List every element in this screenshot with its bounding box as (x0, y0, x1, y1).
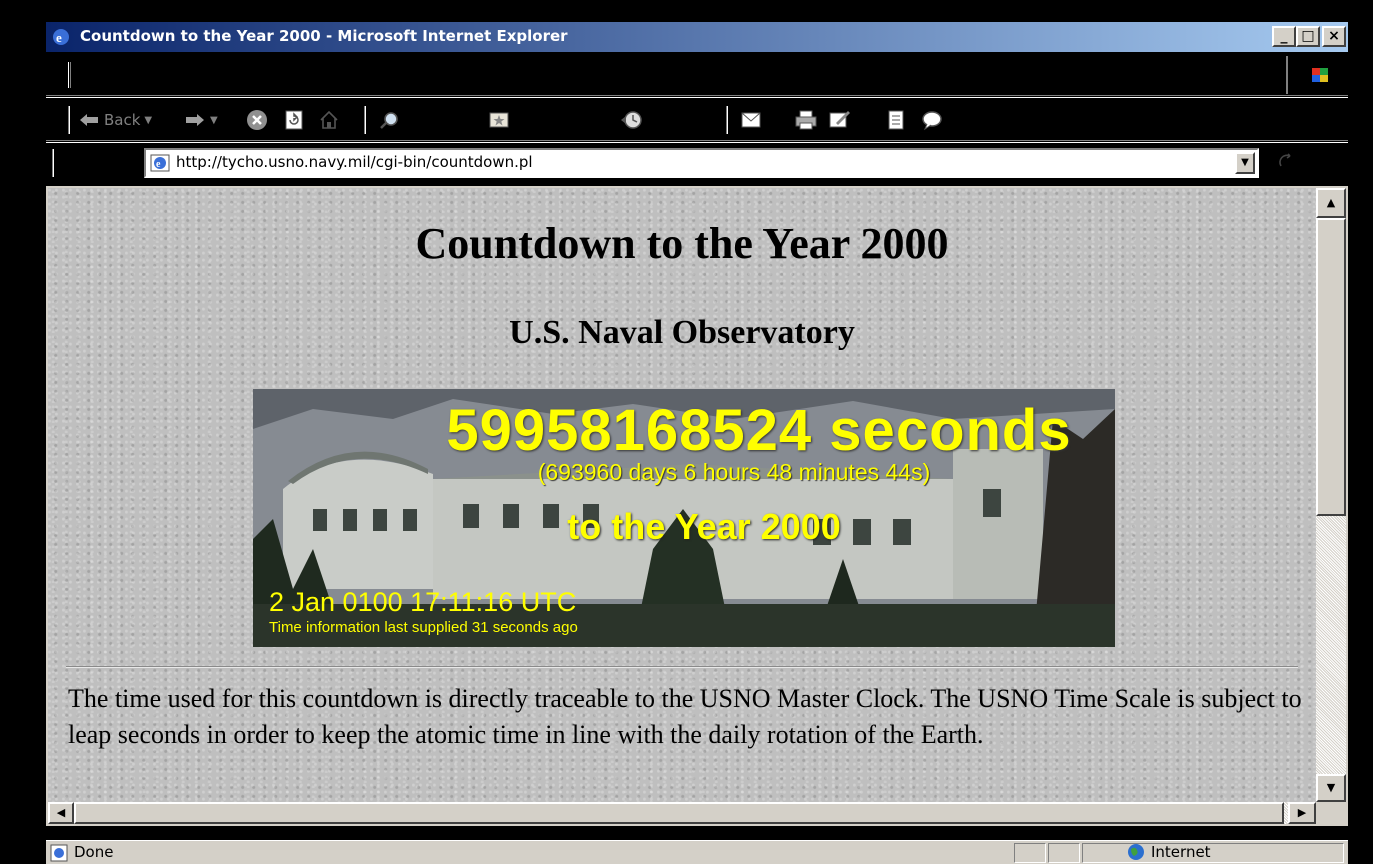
vertical-scroll-thumb[interactable] (1316, 218, 1346, 516)
mail-button[interactable]: ▼ (740, 108, 778, 132)
address-field[interactable]: e ▼ (144, 148, 1259, 178)
svg-text:e: e (156, 159, 161, 170)
status-text: Done (74, 843, 114, 861)
history-icon (621, 111, 642, 129)
history-button[interactable]: History (620, 108, 701, 132)
menu-view[interactable]: View (191, 64, 227, 82)
refresh-button[interactable] (284, 108, 304, 132)
back-label: Back (104, 111, 141, 129)
zone-label: Internet (1151, 843, 1211, 861)
maximize-button[interactable]: □ (1296, 26, 1320, 47)
page-done-icon (50, 844, 68, 862)
menu-edit[interactable]: Edit (132, 64, 161, 82)
scroll-down-icon[interactable]: ▼ (1316, 774, 1346, 802)
window-title: Countdown to the Year 2000 - Microsoft I… (80, 27, 568, 45)
home-icon (320, 110, 338, 129)
page-content: Countdown to the Year 2000 U.S. Naval Ob… (48, 188, 1316, 802)
security-zone-cell (1082, 843, 1344, 863)
security-zone: Internet (1127, 843, 1211, 861)
window-titlebar[interactable]: e Countdown to the Year 2000 - Microsoft… (46, 22, 1348, 52)
edit-button[interactable]: ▼ (828, 108, 864, 132)
menu-bar: File Edit View Favorites Tools Help (46, 52, 1348, 96)
horizontal-rule (66, 666, 1298, 668)
countdown-breakdown: (693960 days 6 hours 48 minutes 44s) (537, 459, 931, 485)
scroll-right-icon[interactable]: ▶ (1288, 802, 1316, 824)
countdown-utc-time: 2 Jan 0100 17:11:16 UTC (269, 587, 577, 617)
menu-tools[interactable]: Tools (363, 64, 400, 82)
search-label: Search (404, 111, 456, 129)
mail-icon (741, 112, 761, 128)
scroll-up-icon[interactable]: ▲ (1316, 188, 1346, 218)
countdown-supplied-note: Time information last supplied 31 second… (269, 619, 578, 636)
menu-favorites[interactable]: Favorites (257, 64, 325, 82)
discuss-icon (888, 110, 904, 130)
standard-toolbar: Back ▼ ▼ Search Favorites History ▼ ▼ (46, 97, 1348, 141)
page-title: Countdown to the Year 2000 (415, 219, 949, 268)
refresh-icon (285, 110, 303, 130)
search-button[interactable]: Search (378, 108, 456, 132)
messenger-button[interactable] (920, 108, 944, 132)
search-icon (380, 112, 398, 129)
horizontal-scrollbar[interactable]: ◀ ▶ (48, 802, 1316, 824)
history-label: History (648, 111, 702, 129)
status-cell (1014, 843, 1046, 863)
horizontal-scroll-thumb[interactable] (74, 802, 1284, 824)
edit-icon (829, 111, 850, 128)
countdown-image: 59958168524 seconds (693960 days 6 hours… (253, 389, 1115, 647)
ie-logo-icon: e (53, 29, 69, 45)
mail-dropdown-icon[interactable]: ▼ (770, 115, 778, 126)
favorites-label: Favorites (514, 111, 582, 129)
print-button[interactable] (794, 108, 818, 132)
address-dropdown-icon[interactable]: ▼ (1235, 152, 1255, 174)
body-paragraph: The time used for this countdown is dire… (68, 684, 1302, 749)
toolbar-separator (726, 106, 728, 134)
page-viewport: Countdown to the Year 2000 U.S. Naval Ob… (46, 186, 1348, 826)
addressbar-grip[interactable] (52, 149, 54, 177)
favorites-button[interactable]: Favorites (488, 108, 582, 132)
home-button[interactable] (318, 108, 340, 132)
address-input[interactable] (176, 153, 1226, 171)
go-label: Go (1299, 152, 1320, 170)
favorites-icon (489, 112, 509, 128)
svg-text:e: e (56, 30, 62, 45)
countdown-target: to the Year 2000 (567, 506, 841, 547)
menu-help[interactable]: Help (433, 64, 467, 82)
page-icon: e (150, 154, 170, 172)
address-bar: Address e ▼ Go (46, 142, 1348, 184)
windows-logo-throbber (1286, 56, 1348, 94)
stop-icon (247, 110, 267, 130)
toolbar-separator (364, 106, 366, 134)
go-arrow-icon (1279, 153, 1291, 167)
back-arrow-icon (80, 114, 98, 126)
back-button[interactable]: Back ▼ (78, 108, 152, 132)
back-dropdown-icon[interactable]: ▼ (144, 115, 152, 126)
close-button[interactable]: × (1322, 26, 1346, 47)
internet-globe-icon (1128, 844, 1144, 860)
menu-file[interactable]: File (81, 64, 106, 82)
page-subtitle: U.S. Naval Observatory (509, 314, 855, 351)
toolbar-grip[interactable] (68, 106, 70, 134)
stop-button[interactable] (246, 108, 268, 132)
go-button[interactable]: Go (1278, 152, 1320, 170)
menubar-grip[interactable] (68, 62, 71, 88)
vertical-scrollbar[interactable]: ▲ ▼ (1316, 188, 1346, 802)
forward-dropdown-icon[interactable]: ▼ (210, 115, 218, 126)
address-label: Address (64, 152, 124, 170)
scroll-left-icon[interactable]: ◀ (48, 802, 74, 824)
countdown-seconds: 59958168524 seconds (446, 398, 1072, 463)
status-bar: Done Internet (46, 840, 1348, 864)
forward-arrow-icon (186, 114, 204, 126)
scrollbar-corner (1316, 802, 1346, 824)
forward-button[interactable]: ▼ (184, 108, 218, 132)
edit-dropdown-icon[interactable]: ▼ (856, 115, 864, 126)
discuss-button[interactable] (886, 108, 906, 132)
status-cell (1048, 843, 1080, 863)
windows-flag-icon (1312, 68, 1328, 82)
print-icon (795, 110, 817, 130)
minimize-button[interactable]: _ (1272, 26, 1296, 47)
messenger-icon (922, 111, 942, 131)
